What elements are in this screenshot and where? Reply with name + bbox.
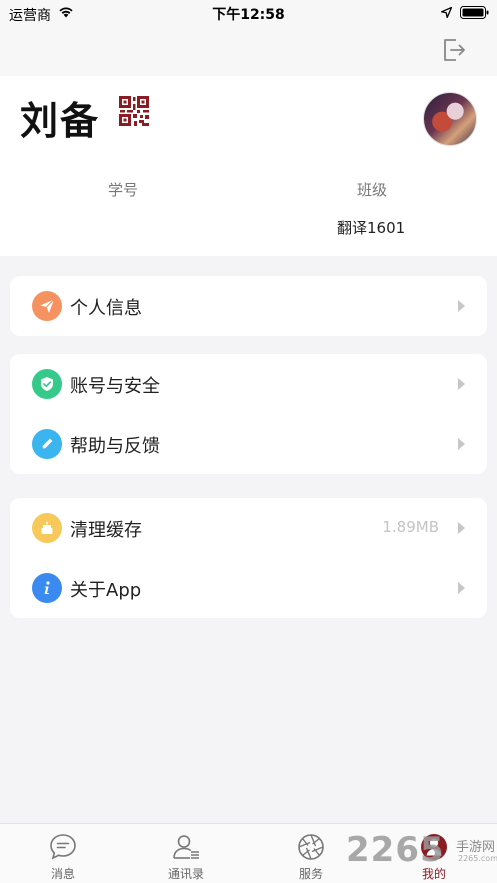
chevron-right-icon	[458, 300, 465, 312]
menu-item-about-app[interactable]: 关于App	[10, 558, 487, 618]
header-bar	[0, 28, 497, 76]
paper-plane-icon	[32, 291, 62, 321]
menu-item-help-feedback[interactable]: 帮助与反馈	[10, 414, 487, 474]
menu-item-account-security[interactable]: 账号与安全	[10, 354, 487, 414]
menu-item-label: 账号与安全	[70, 376, 160, 397]
shield-check-icon	[32, 369, 62, 399]
menu-item-clear-cache[interactable]: 清理缓存 1.89MB	[10, 498, 487, 558]
contacts-icon	[173, 835, 199, 859]
status-time: 下午12:58	[212, 7, 285, 23]
avatar[interactable]	[423, 92, 477, 146]
aperture-icon	[298, 834, 324, 860]
menu-item-label: 清理缓存	[70, 520, 142, 541]
chevron-right-icon	[458, 522, 465, 534]
chevron-right-icon	[458, 582, 465, 594]
watermark-digits: 2265	[346, 830, 445, 870]
class-label: 班级	[357, 181, 388, 199]
student-id-label: 学号	[108, 181, 139, 199]
watermark-text: 手游网	[456, 840, 496, 855]
user-name: 刘备	[20, 99, 101, 143]
menu-item-label: 关于App	[70, 580, 142, 601]
battery-icon	[460, 6, 489, 19]
chat-bubble-icon	[50, 834, 76, 860]
chevron-right-icon	[458, 378, 465, 390]
menu-group-app: 清理缓存 1.89MB 关于App	[10, 498, 487, 618]
logout-icon[interactable]	[441, 37, 467, 63]
tab-label: 消息	[50, 867, 75, 881]
class-value: 翻译1601	[337, 219, 406, 237]
menu-item-label: 个人信息	[70, 298, 142, 319]
chevron-right-icon	[458, 438, 465, 450]
location-arrow-icon	[441, 7, 452, 18]
info-icon	[32, 573, 62, 603]
qr-code-icon[interactable]	[118, 95, 150, 127]
tab-messages[interactable]: 消息	[18, 824, 108, 883]
menu-group-profile: 个人信息	[10, 276, 487, 336]
site-watermark: 2265 手游网 2265.com	[346, 830, 497, 870]
menu-group-account: 账号与安全 帮助与反馈	[10, 354, 487, 474]
watermark-url: 2265.com	[458, 854, 497, 863]
profile-card: 刘备 学号 班级 翻译1601	[0, 76, 497, 256]
tab-contacts[interactable]: 通讯录	[141, 824, 231, 883]
menu-item-label: 帮助与反馈	[70, 436, 160, 457]
pencil-icon	[32, 429, 62, 459]
menu-item-personal-info[interactable]: 个人信息	[10, 276, 487, 336]
cache-size-value: 1.89MB	[382, 518, 439, 536]
tab-services[interactable]: 服务	[266, 824, 356, 883]
cake-icon	[32, 513, 62, 543]
tab-label: 服务	[298, 867, 323, 881]
tab-label: 通讯录	[167, 867, 204, 881]
status-bar: 运营商 下午12:58	[0, 0, 497, 28]
